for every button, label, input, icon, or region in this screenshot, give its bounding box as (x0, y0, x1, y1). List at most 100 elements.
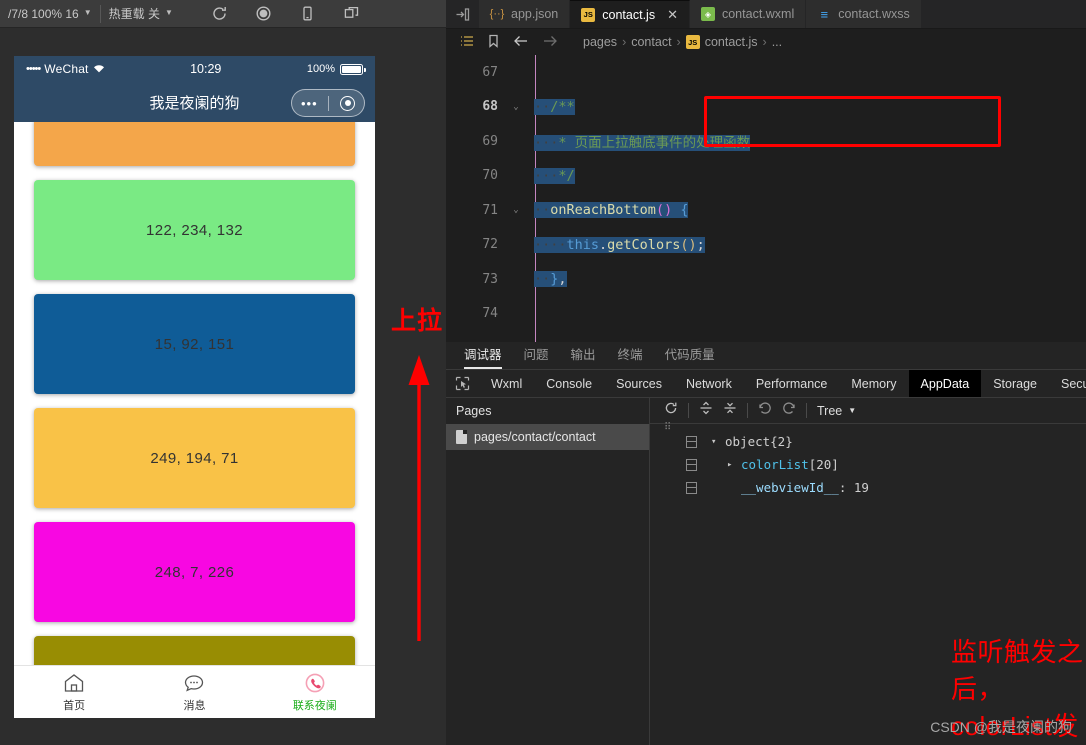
devtools-tab[interactable]: Console (534, 370, 604, 397)
devtools-tab[interactable]: Network (674, 370, 744, 397)
code-line[interactable]: 71 ⌄ ··onReachBottom() { (446, 193, 1086, 228)
carrier-label: WeChat (44, 62, 89, 76)
collapse-all-icon[interactable] (723, 401, 737, 420)
color-card[interactable]: 15, 92, 151 (34, 294, 355, 394)
breadcrumb-trail[interactable]: pages › contact › JS contact.js ›... (583, 35, 782, 49)
code-line[interactable]: 75⌄··/** (446, 331, 1086, 342)
devtools-outer-tab[interactable]: 输出 (571, 344, 596, 369)
tree-row[interactable]: __webviewId__ : 19 (650, 476, 1086, 499)
tabbar-item[interactable]: 首页 (14, 672, 134, 713)
drag-handle[interactable]: ⠿ (664, 423, 672, 433)
message-icon (183, 672, 205, 694)
tree-key: colorList (741, 457, 809, 472)
outline-icon[interactable] (460, 34, 474, 51)
phone-header: ••••• WeChat 10:29 100% 我是夜阑的狗 ••• (14, 56, 375, 122)
refresh-icon[interactable] (211, 5, 229, 23)
view-mode-label: Tree (817, 403, 843, 418)
breadcrumb-item[interactable]: pages (583, 35, 617, 49)
editor-tab[interactable]: JS contact.js ✕ (570, 0, 690, 28)
phone-icon (304, 672, 326, 694)
line-number: 69 (482, 133, 498, 149)
breadcrumb-separator: › (676, 35, 681, 49)
appdata-tree[interactable]: ▾ object {2} ▸ colorList [20] __webviewId__ … (650, 424, 1086, 499)
code-line[interactable]: 70 ···*/ (446, 159, 1086, 194)
devtools-tab[interactable]: Memory (839, 370, 908, 397)
color-card[interactable]: 249, 194, 71 (34, 408, 355, 508)
tree-row-handle-icon[interactable] (686, 458, 697, 471)
code-text: ··/** (534, 98, 575, 115)
tabbar-item[interactable]: 联系夜阑 (255, 672, 375, 713)
more-icon[interactable]: ••• (301, 97, 318, 110)
phone-screen: ••••• WeChat 10:29 100% 我是夜阑的狗 ••• 122, … (14, 56, 375, 718)
chevron-down-icon: ▼ (165, 8, 173, 17)
editor-tab[interactable]: ◈ contact.wxml (689, 0, 807, 28)
inspect-element-icon[interactable] (446, 370, 479, 397)
code-line[interactable]: 74 (446, 297, 1086, 332)
fold-chevron-icon[interactable]: ⌄ (508, 205, 524, 215)
devtools-outer-tab[interactable]: 终端 (618, 344, 643, 369)
bookmark-icon[interactable] (487, 34, 500, 51)
breadcrumb-item[interactable]: contact (631, 35, 671, 49)
color-card[interactable]: 248, 7, 226 (34, 522, 355, 622)
code-line[interactable]: 73 ··}, (446, 262, 1086, 297)
breadcrumb-item[interactable]: contact.js (705, 35, 758, 49)
redo-icon[interactable] (782, 401, 796, 420)
breadcrumb-item[interactable]: ... (772, 35, 782, 49)
devtools-tab[interactable]: Storage (981, 370, 1049, 397)
color-card[interactable] (34, 122, 355, 166)
chevron-down-icon[interactable]: ▾ (711, 437, 725, 447)
hot-reload-selector[interactable]: 热重载 关 ▼ (101, 0, 181, 28)
tabbar-item[interactable]: 消息 (134, 672, 254, 713)
devtools-tab[interactable]: Sources (604, 370, 674, 397)
editor-tab[interactable]: {··} app.json (479, 0, 571, 28)
tree-row-handle-icon[interactable] (686, 481, 697, 494)
devtools-outer-tab[interactable]: 问题 (524, 344, 549, 369)
editor-tabbar: {··} app.json JS contact.js ✕ ◈ contact.wxml ≡ c… (446, 0, 1086, 29)
watermark: CSDN @我是夜阑的狗 (930, 719, 1072, 735)
page-list-item-label: pages/contact/contact (474, 430, 596, 444)
devtools-outer-tab[interactable]: 调试器 (464, 344, 502, 369)
close-icon[interactable]: ✕ (667, 7, 678, 23)
color-card[interactable]: 152, 141, 3 (34, 636, 355, 667)
view-mode-selector[interactable]: Tree ▼ (817, 404, 856, 418)
code-line[interactable]: 67 (446, 55, 1086, 90)
tree-value: : 19 (838, 480, 869, 495)
device-icon[interactable] (299, 5, 317, 23)
record-icon[interactable] (255, 5, 273, 23)
code-line[interactable]: 69 ···* 页面上拉触底事件的处理函数 (446, 124, 1086, 159)
devtools-tab[interactable]: Performance (744, 370, 840, 397)
device-selector[interactable]: /7/8 100% 16 ▼ (0, 0, 100, 28)
chevron-right-icon[interactable]: ▸ (727, 460, 741, 470)
wifi-icon (93, 65, 104, 73)
devtools-outer-tab[interactable]: 代码质量 (665, 344, 715, 369)
open-editors-icon[interactable] (446, 0, 479, 28)
code-line[interactable]: 68 ⌄ ··/** (446, 90, 1086, 125)
tree-row-handle-icon[interactable] (686, 435, 697, 448)
undo-icon[interactable] (758, 401, 772, 420)
editor-tab[interactable]: ≡ contact.wxss (806, 0, 922, 28)
capsule-button[interactable]: ••• (291, 89, 365, 117)
multi-window-icon[interactable] (343, 5, 361, 23)
color-card[interactable]: 122, 234, 132 (34, 180, 355, 280)
refresh-icon[interactable] (664, 401, 678, 420)
tree-row[interactable]: ▾ object {2} (650, 430, 1086, 453)
line-number: 68 (482, 99, 498, 115)
code-line[interactable]: 72 ····this.getColors(); (446, 228, 1086, 263)
fold-chevron-icon[interactable]: ⌄ (508, 102, 524, 112)
code-text: ··}, (534, 271, 567, 288)
breadcrumb-separator: › (762, 35, 767, 49)
expand-all-icon[interactable] (699, 401, 713, 420)
page-list-item[interactable]: pages/contact/contact (446, 424, 649, 450)
target-icon[interactable] (340, 95, 355, 111)
color-card-list[interactable]: 122, 234, 132 15, 92, 151 249, 194, 71 248,… (14, 122, 375, 667)
devtools-tab[interactable]: AppData (908, 370, 982, 397)
back-icon[interactable] (513, 34, 529, 51)
hot-reload-label: 热重载 关 (108, 7, 160, 21)
devtools-tab[interactable]: Security (1049, 370, 1086, 397)
tree-row[interactable]: ▸ colorList [20] (650, 453, 1086, 476)
file-icon (456, 430, 467, 444)
code-editor[interactable]: 67 68 ⌄ ··/** 69 ···* 页面上拉触底事件的处理函数 70 ···*/ 71 ⌄… (446, 55, 1086, 342)
forward-icon[interactable] (542, 34, 558, 51)
battery-label: 100% (306, 63, 335, 75)
devtools-tab[interactable]: Wxml (479, 370, 534, 397)
